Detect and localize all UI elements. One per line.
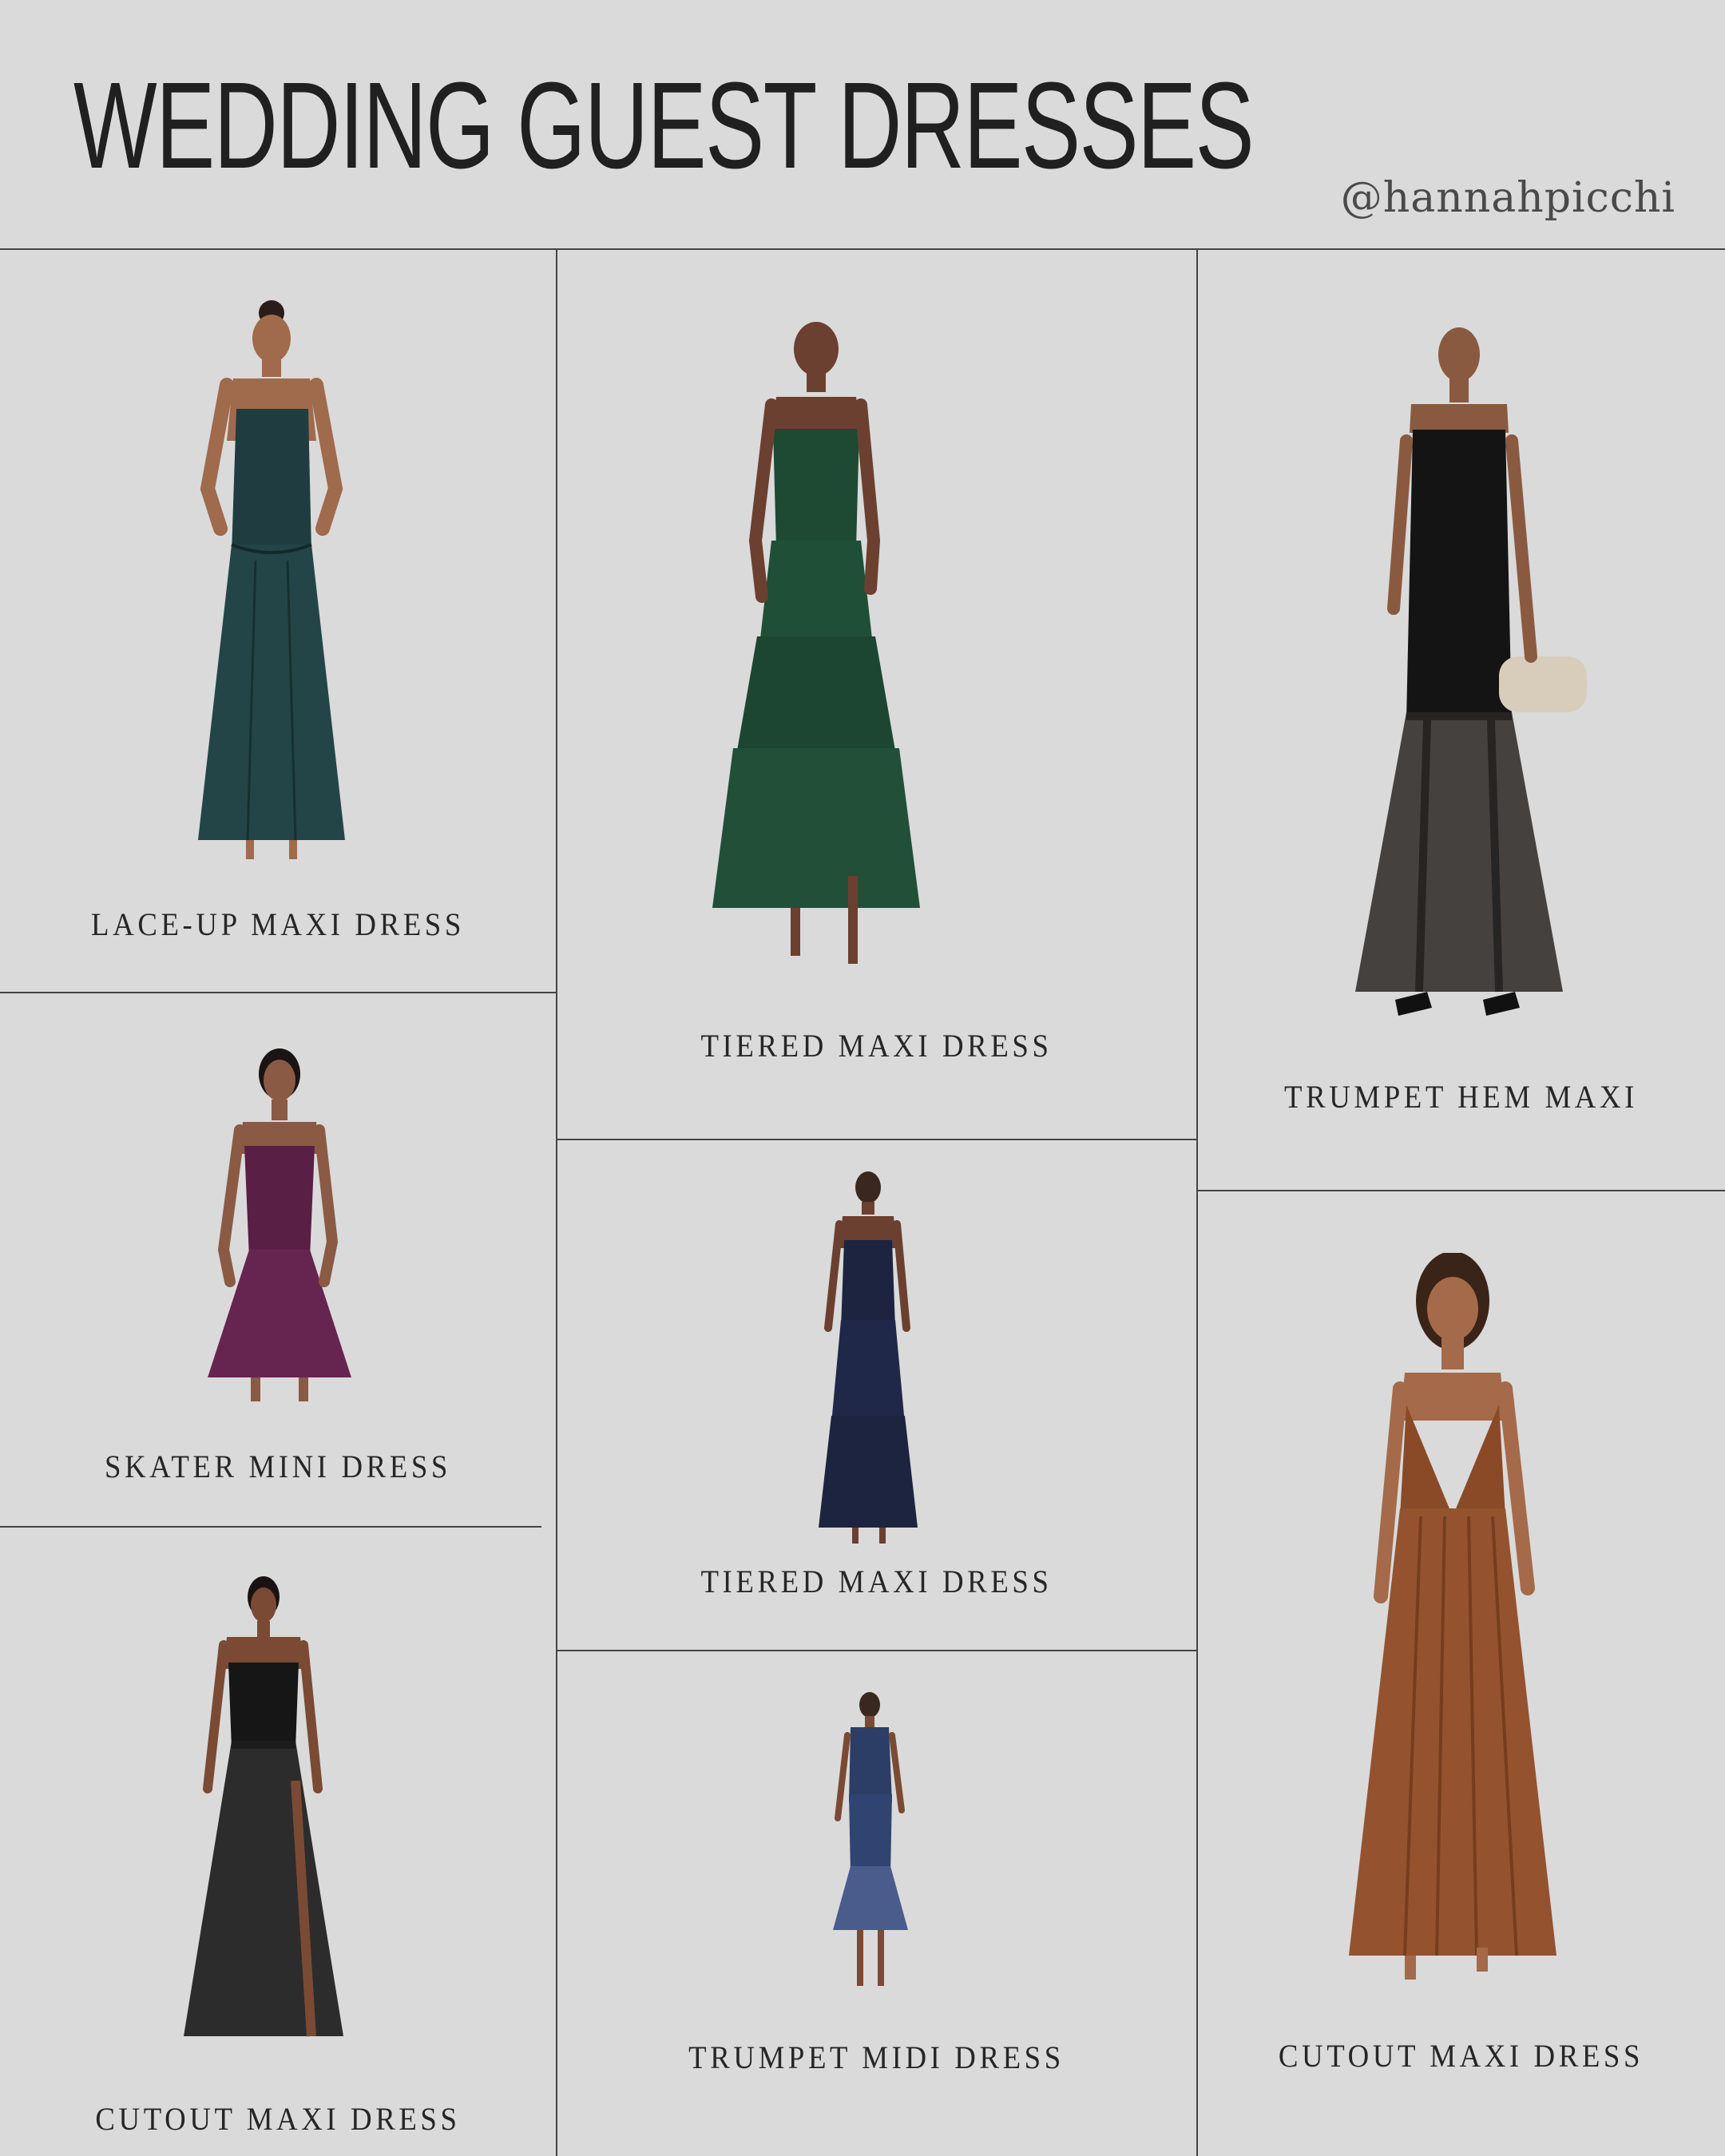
product-label: CUTOUT MAXI DRESS	[1278, 2038, 1644, 2074]
product-card[interactable]: TRUMPET MIDI DRESS	[557, 1651, 1196, 2156]
product-image[interactable]	[160, 289, 383, 864]
product-card[interactable]: TRUMPET HEM MAXI	[1197, 249, 1725, 1190]
product-label: TRUMPET HEM MAXI	[1283, 1079, 1638, 1115]
product-card[interactable]: CUTOUT MAXI DRESS	[0, 1527, 556, 2156]
product-label: CUTOUT MAXI DRESS	[95, 2101, 461, 2137]
product-label: LACE-UP MAXI DRESS	[91, 906, 465, 942]
product-image[interactable]	[1317, 1253, 1588, 2003]
product-image[interactable]	[160, 1573, 375, 2060]
product-label: TIERED MAXI DRESS	[700, 1563, 1053, 1599]
product-image[interactable]	[819, 1690, 922, 2010]
product-card[interactable]: SKATER MINI DRESS	[0, 993, 556, 1526]
product-image[interactable]	[796, 1168, 940, 1552]
page-title: WEDDING GUEST DRESSES	[73, 57, 1255, 194]
product-label: TRUMPET MIDI DRESS	[688, 2039, 1065, 2075]
product-label: SKATER MINI DRESS	[105, 1449, 451, 1484]
product-card[interactable]: LACE-UP MAXI DRESS	[0, 249, 556, 992]
product-card[interactable]: TIERED MAXI DRESS	[557, 249, 1196, 1139]
product-card[interactable]: CUTOUT MAXI DRESS	[1197, 1191, 1725, 2156]
product-card[interactable]: TIERED MAXI DRESS	[557, 1139, 1196, 1650]
author-handle: @hannahpicchi	[1340, 174, 1675, 222]
product-image[interactable]	[184, 1042, 375, 1409]
product-image[interactable]	[688, 317, 944, 988]
product-label: TIERED MAXI DRESS	[700, 1028, 1053, 1064]
product-image[interactable]	[1299, 321, 1619, 1040]
